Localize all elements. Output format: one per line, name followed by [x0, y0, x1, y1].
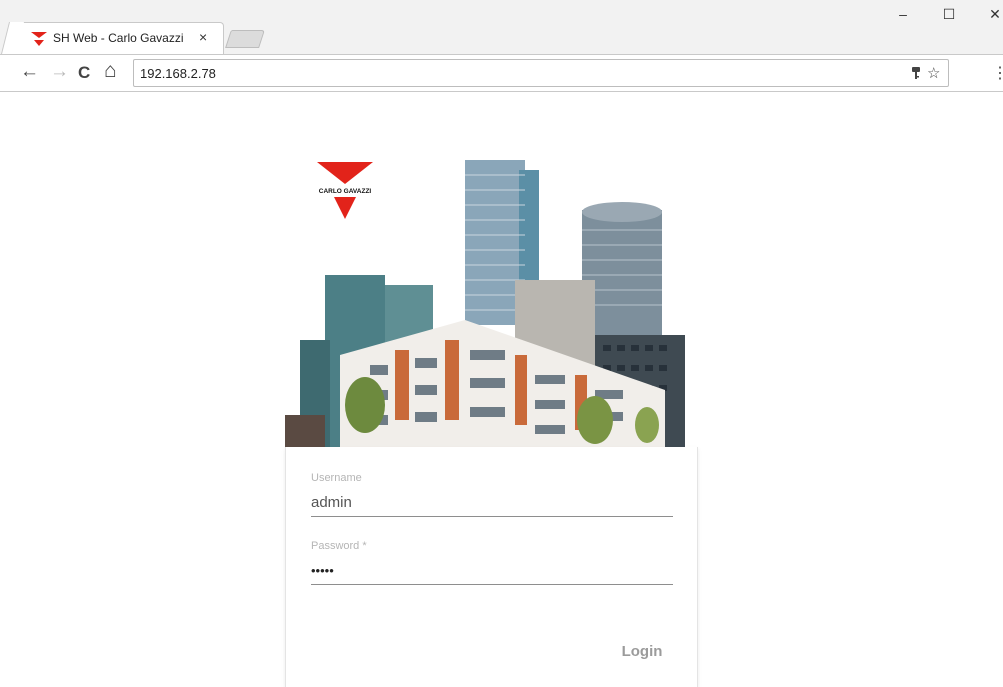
key-icon[interactable]	[910, 66, 922, 80]
url-text[interactable]: 192.168.2.78	[140, 66, 216, 81]
home-icon[interactable]: ⌂	[104, 59, 117, 83]
username-label: Username	[311, 472, 362, 484]
password-field[interactable]	[311, 557, 673, 585]
maximize-button[interactable]: ☐	[934, 6, 964, 28]
reload-icon[interactable]: C	[78, 63, 90, 83]
back-arrow-icon[interactable]: ←	[20, 61, 39, 83]
login-card: Username Password * Login	[285, 447, 698, 687]
tab-close-icon[interactable]: ×	[199, 29, 207, 45]
address-bar[interactable]: 192.168.2.78 ☆	[133, 59, 949, 87]
close-window-button[interactable]: ✕	[980, 6, 1003, 28]
carlo-gavazzi-favicon-icon	[31, 32, 47, 46]
tab-title: SH Web - Carlo Gavazzi	[53, 31, 184, 45]
browser-titlebar: SH Web - Carlo Gavazzi × – ☐ ✕	[0, 0, 1003, 54]
minimize-button[interactable]: –	[888, 6, 918, 28]
forward-arrow-icon[interactable]: →	[50, 61, 69, 83]
browser-toolbar: ← → C ⌂ 192.168.2.78 ☆ ⋮	[0, 54, 1003, 92]
hero-cityscape-image: CARLO GAVAZZI	[285, 160, 685, 447]
password-label: Password *	[311, 540, 367, 552]
carlo-gavazzi-logo: CARLO GAVAZZI	[317, 162, 373, 219]
username-field[interactable]	[311, 489, 673, 517]
svg-text:CARLO GAVAZZI: CARLO GAVAZZI	[319, 188, 372, 195]
bookmark-star-icon[interactable]: ☆	[927, 64, 940, 82]
browser-menu-icon[interactable]: ⋮	[992, 63, 1003, 83]
browser-tab[interactable]: SH Web - Carlo Gavazzi ×	[12, 22, 224, 54]
new-tab-button[interactable]	[225, 30, 265, 48]
login-button[interactable]: Login	[606, 637, 678, 665]
